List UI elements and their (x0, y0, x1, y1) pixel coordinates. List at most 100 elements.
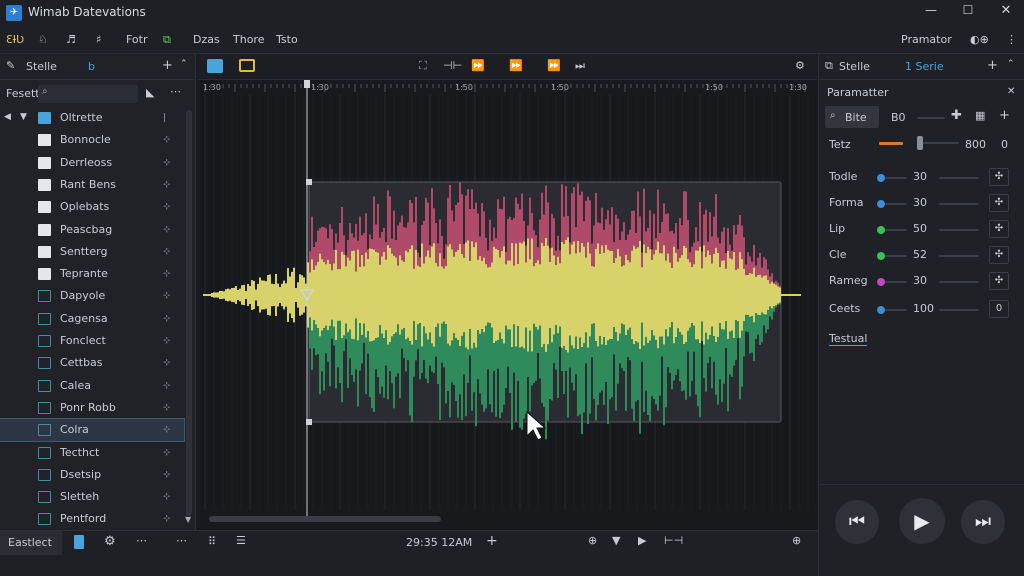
param-range-track[interactable] (939, 281, 979, 283)
row-action-icon[interactable]: ⊹ (163, 486, 171, 508)
param-step-button[interactable]: ✣ (989, 220, 1009, 238)
tree-item[interactable]: Ponr Robb ⊹ (0, 397, 184, 419)
tree-item[interactable]: Oplebats ⊹ (0, 196, 184, 218)
param-value[interactable]: 30 (913, 196, 927, 209)
menu-tsto[interactable]: Tsto (276, 32, 298, 48)
play-small-icon[interactable]: ▶ (638, 534, 646, 547)
param-slider-track[interactable] (885, 229, 907, 231)
row-action-icon[interactable]: | (163, 107, 166, 129)
list-view-icon[interactable]: ☰ (236, 534, 246, 547)
close-button[interactable]: ✕ (995, 3, 1017, 23)
param-range-track[interactable] (939, 177, 979, 179)
param-step-button[interactable]: ✣ (989, 272, 1009, 290)
row-action-icon[interactable]: ⊹ (163, 352, 171, 374)
add-tab-button[interactable]: + (162, 58, 173, 73)
tetz-value-2[interactable]: 0 (1001, 138, 1008, 151)
row-action-icon[interactable]: ⊹ (163, 375, 171, 397)
forward-icon[interactable]: ⏩ (471, 59, 485, 72)
open-file-icon[interactable] (207, 59, 223, 73)
toolbar-tool-3[interactable]: ♬ (66, 32, 76, 48)
row-action-icon[interactable]: ⊹ (163, 129, 171, 151)
tree-item[interactable]: Pentford ⊹ (0, 508, 184, 530)
tree-item[interactable]: Colra ⊹ (0, 418, 185, 443)
param-step-button[interactable]: ✣ (989, 168, 1009, 186)
toolbar-tool-2[interactable]: ♘ (38, 32, 48, 48)
select-icon[interactable]: ⛶ (419, 59, 427, 73)
param-slider-knob[interactable] (877, 174, 885, 182)
tree-item[interactable]: Dsetsip ⊹ (0, 464, 184, 486)
tab-stelle[interactable]: Stelle (26, 60, 57, 73)
param-value[interactable]: 30 (913, 170, 927, 183)
selection-handle-bottom[interactable] (306, 419, 312, 425)
selection-handle-top[interactable] (306, 179, 312, 185)
tree-item[interactable]: Tecthct ⊹ (0, 442, 184, 464)
param-slider-knob[interactable] (877, 252, 885, 260)
param-value[interactable]: 52 (913, 248, 927, 261)
tree-item[interactable]: Fonclect ⊹ (0, 330, 184, 352)
param-slider-track[interactable] (885, 177, 907, 179)
menu-thore[interactable]: Thore (233, 32, 264, 48)
bite-value[interactable]: B0 (891, 111, 906, 124)
more-options-icon-2[interactable]: ⋯ (176, 534, 187, 547)
scroll-down-icon[interactable]: ▼ (185, 515, 191, 524)
testual-link[interactable]: Testual (829, 332, 868, 346)
tree-item[interactable]: Rant Bens ⊹ (0, 174, 184, 196)
row-action-icon[interactable]: ⊹ (163, 442, 171, 464)
skip-icon[interactable]: ⏩ (547, 59, 561, 72)
tree-item[interactable]: Teprante ⊹ (0, 263, 184, 285)
row-action-icon[interactable]: ⊹ (163, 219, 171, 241)
param-step-button[interactable]: 0 (989, 300, 1009, 318)
gear-icon[interactable]: ⚙ (104, 534, 116, 549)
param-range-track[interactable] (939, 229, 979, 231)
edit-icon[interactable]: ✎ (6, 59, 15, 72)
param-slider-track[interactable] (885, 309, 907, 311)
tree-item[interactable]: Oltrette | (0, 107, 184, 129)
param-range-track[interactable] (939, 203, 979, 205)
playhead-handle[interactable] (304, 80, 310, 88)
target-icon[interactable]: ⊕ (588, 534, 597, 547)
row-action-icon[interactable]: ⊹ (163, 419, 171, 441)
param-slider-track[interactable] (885, 203, 907, 205)
row-action-icon[interactable]: ⊹ (163, 464, 171, 486)
param-range-track[interactable] (939, 255, 979, 257)
param-step-button[interactable]: ✣ (989, 246, 1009, 264)
settings-icon[interactable]: ⚙ (795, 59, 805, 72)
param-value[interactable]: 100 (913, 302, 934, 315)
options-icon[interactable]: ⋯ (170, 85, 181, 98)
row-action-icon[interactable]: ⊹ (163, 285, 171, 307)
toolbar-tool-1[interactable]: ƐƗƲ (6, 32, 24, 48)
folder-icon[interactable] (239, 59, 255, 72)
tetz-slider-track[interactable] (923, 142, 959, 144)
row-action-icon[interactable]: ⊹ (163, 174, 171, 196)
collapse-icon[interactable]: ⌃ (180, 59, 188, 69)
tab-serie[interactable]: 1 Serie (905, 60, 944, 73)
tab-stelle-right[interactable]: Stelle (839, 60, 870, 73)
tree-item[interactable]: Sentterg ⊹ (0, 241, 184, 263)
param-value[interactable]: 50 (913, 222, 927, 235)
more-options-icon[interactable]: ⋯ (136, 534, 147, 547)
row-action-icon[interactable]: ⊹ (163, 330, 171, 352)
tetz-value[interactable]: 800 (965, 138, 986, 151)
tree-item[interactable]: Calea ⊹ (0, 375, 184, 397)
fit-icon[interactable]: ⊕ (792, 534, 801, 547)
play-button[interactable]: ▶ (899, 498, 945, 544)
split-icon[interactable]: ⊣⊢ (443, 59, 462, 72)
more-icon[interactable]: ⋮ (1006, 32, 1017, 48)
add-icon[interactable]: ✚ (951, 108, 962, 123)
maximize-button[interactable]: ☐ (957, 3, 979, 23)
plus-icon[interactable]: + (999, 108, 1010, 123)
stop-icon[interactable]: ⊢⊣ (664, 534, 683, 547)
grid-view-icon[interactable]: ⠿ (208, 535, 216, 548)
row-action-icon[interactable]: ⊹ (163, 263, 171, 285)
row-action-icon[interactable]: ⊹ (163, 308, 171, 330)
tree-item[interactable]: Peascbag ⊹ (0, 219, 184, 241)
tree-item[interactable]: Cagensa ⊹ (0, 308, 184, 330)
bookmark-icon[interactable] (74, 535, 84, 549)
toolbar-tool-green[interactable]: ⧉ (163, 32, 171, 48)
param-slider-knob[interactable] (877, 200, 885, 208)
horizontal-scrollbar[interactable] (209, 516, 441, 522)
add-panel-button[interactable]: + (987, 58, 998, 73)
tree-item[interactable]: Derrleoss ⊹ (0, 152, 184, 174)
param-slider-knob[interactable] (877, 226, 885, 234)
tree-item[interactable]: Cettbas ⊹ (0, 352, 184, 374)
